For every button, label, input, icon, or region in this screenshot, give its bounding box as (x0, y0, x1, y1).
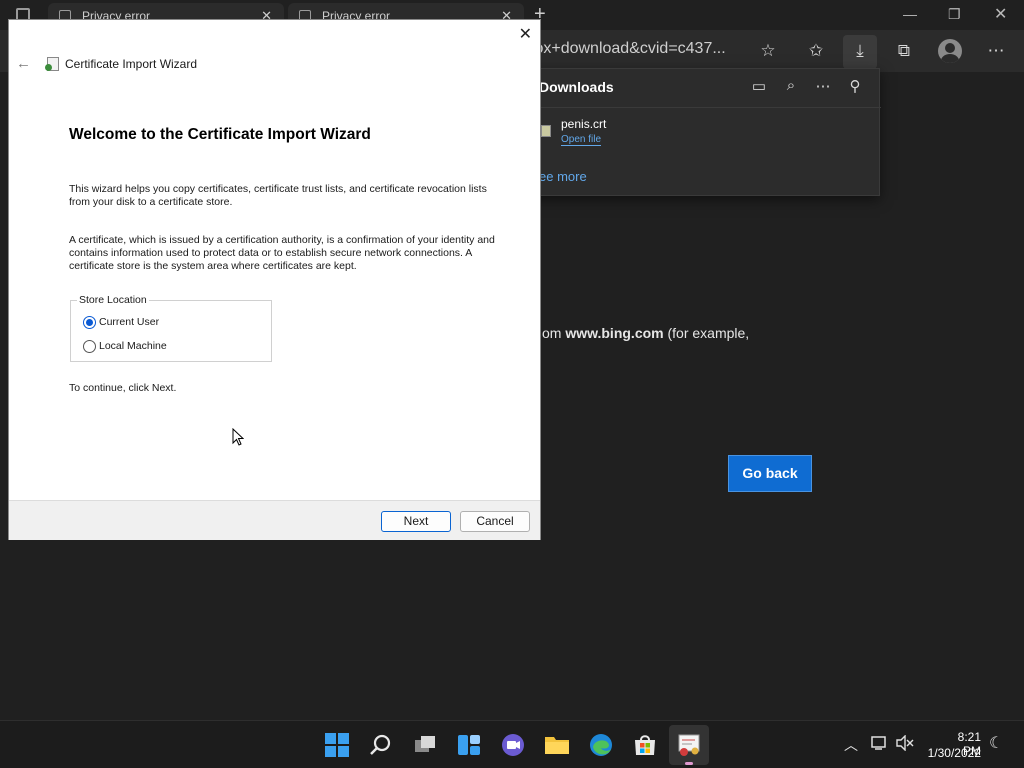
clock-date[interactable]: 1/30/2022 (922, 746, 981, 760)
download-file-name[interactable]: penis.crt (561, 117, 606, 131)
file-icon (541, 125, 551, 137)
back-arrow-icon[interactable]: ← (16, 55, 31, 72)
search-icon[interactable]: ⌕ (781, 77, 801, 94)
store-location-label: Store Location (77, 294, 149, 306)
current-user-label[interactable]: Current User (99, 316, 159, 328)
close-icon[interactable]: ✕ (519, 24, 532, 44)
certificate-icon (45, 57, 59, 73)
collections-icon[interactable]: ⧉ (892, 40, 916, 64)
pin-icon[interactable]: ⚲ (845, 77, 865, 95)
wizard-title: Certificate Import Wizard (65, 57, 198, 71)
go-back-button[interactable]: Go back (728, 455, 812, 492)
file-explorer-icon[interactable] (544, 732, 570, 758)
taskbar: ︿ 8:21 PM 1/30/2022 ☾ (0, 720, 1024, 768)
current-user-radio[interactable] (83, 316, 96, 329)
screen: Privacy error ✕ Privacy error ✕ + — ❐ ✕ … (0, 0, 1024, 768)
page-text-prefix: om (542, 325, 566, 341)
continue-instruction: To continue, click Next. (69, 382, 177, 394)
store-icon[interactable] (632, 732, 658, 758)
downloads-icon[interactable]: ⤓ (843, 35, 877, 69)
open-file-link[interactable]: Open file (561, 134, 602, 146)
add-favorite-icon[interactable]: ☆ (756, 40, 780, 64)
wizard-heading: Welcome to the Certificate Import Wizard (69, 126, 371, 143)
page-text-suffix: (for example, (663, 325, 750, 341)
open-folder-icon[interactable]: ▭ (749, 77, 769, 95)
close-window-icon[interactable]: ✕ (994, 4, 1007, 24)
minimize-icon[interactable]: — (903, 6, 917, 22)
page-body-text: om www.bing.com (for example, (542, 325, 749, 341)
wizard-description-text: A certificate, which is issued by a cert… (69, 234, 495, 272)
network-icon[interactable] (871, 735, 889, 751)
restore-icon[interactable]: ❐ (948, 6, 961, 23)
volume-muted-icon[interactable] (896, 735, 914, 751)
favorites-icon[interactable]: ✩ (804, 40, 828, 64)
certificate-import-wizard: ✕ ← Certificate Import Wizard Welcome to… (8, 19, 541, 540)
wizard-footer: Next Cancel (9, 500, 540, 540)
profile-avatar[interactable] (938, 39, 962, 63)
address-bar[interactable]: fox+download&cvid=c437... (530, 40, 786, 64)
downloads-flyout: Downloads ▭ ⌕ ⋯ ⚲ penis.crt Open file ee… (520, 68, 881, 196)
certificate-app-icon (678, 734, 700, 756)
edge-icon[interactable] (588, 732, 614, 758)
mouse-cursor-icon (232, 428, 244, 446)
certificate-wizard-taskbar-button[interactable] (669, 725, 709, 765)
more-options-icon[interactable]: ⋯ (984, 40, 1008, 64)
store-location-group: Store Location Current User Local Machin… (70, 294, 272, 362)
widgets-icon[interactable] (456, 732, 482, 758)
local-machine-radio[interactable] (83, 340, 96, 353)
show-hidden-icons-icon[interactable]: ︿ (844, 735, 858, 755)
notifications-icon[interactable]: ☾ (989, 733, 1003, 753)
task-view-icon[interactable] (412, 732, 438, 758)
search-icon[interactable] (368, 732, 394, 758)
page-text-domain: www.bing.com (565, 325, 664, 341)
downloads-title: Downloads (539, 79, 614, 95)
local-machine-label[interactable]: Local Machine (99, 340, 167, 352)
wizard-intro-text: This wizard helps you copy certificates,… (69, 183, 487, 208)
chat-icon[interactable] (500, 732, 526, 758)
more-icon[interactable]: ⋯ (813, 77, 833, 95)
start-icon[interactable] (324, 732, 350, 758)
see-more-link[interactable]: ee more (539, 169, 587, 184)
divider (521, 107, 881, 108)
next-button[interactable]: Next (381, 511, 451, 532)
cancel-button[interactable]: Cancel (460, 511, 530, 532)
